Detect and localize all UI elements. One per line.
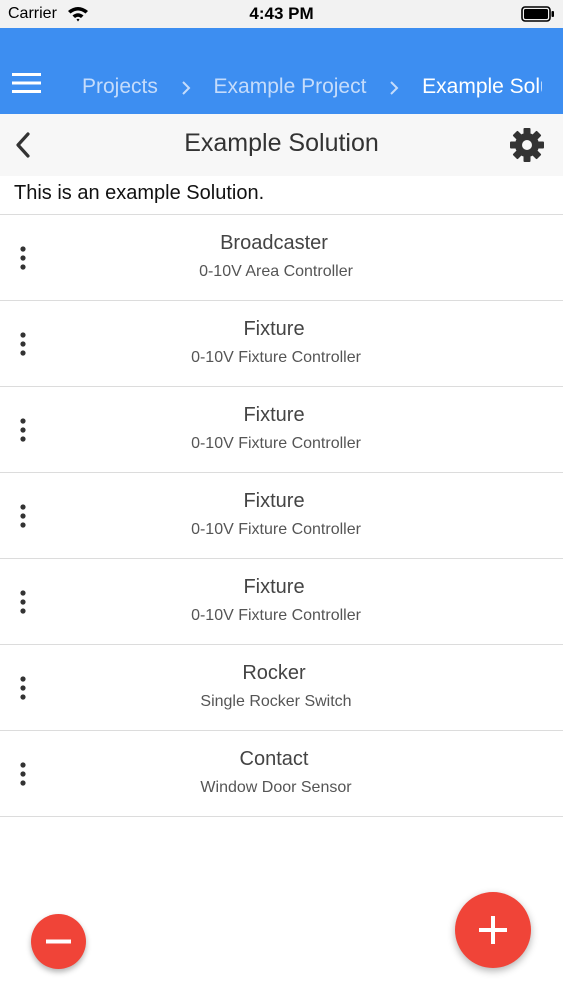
list-item[interactable]: Fixture 0-10V Fixture Controller (0, 301, 563, 387)
device-type: 0-10V Fixture Controller (191, 349, 361, 366)
breadcrumb-chevron-icon (388, 72, 400, 102)
device-name: Rocker (242, 662, 306, 684)
list-item[interactable]: Fixture 0-10V Fixture Controller (0, 559, 563, 645)
device-name: Fixture (243, 404, 305, 426)
list-item[interactable]: Fixture 0-10V Fixture Controller (0, 387, 563, 473)
list-item[interactable]: Broadcaster 0-10V Area Controller (0, 215, 563, 301)
device-name: Fixture (243, 490, 305, 512)
list-item[interactable]: Contact Window Door Sensor (0, 731, 563, 817)
add-device-button[interactable] (455, 892, 531, 968)
device-type: 0-10V Fixture Controller (191, 435, 361, 452)
device-name: Fixture (243, 318, 305, 340)
remove-device-button[interactable] (31, 914, 86, 969)
breadcrumb-projects[interactable]: Projects (82, 72, 158, 102)
device-type: 0-10V Fixture Controller (191, 607, 361, 624)
solution-description: This is an example Solution. (14, 182, 265, 204)
page-title: Example Solution (184, 129, 379, 157)
device-name: Broadcaster (220, 232, 328, 254)
list-item[interactable]: Rocker Single Rocker Switch (0, 645, 563, 731)
device-type: 0-10V Fixture Controller (191, 521, 361, 538)
list-item[interactable]: Fixture 0-10V Fixture Controller (0, 473, 563, 559)
device-type: 0-10V Area Controller (199, 263, 353, 280)
plus-icon (479, 916, 507, 944)
clock-time: 4:43 PM (249, 4, 314, 23)
breadcrumb-example-project[interactable]: Example Project (214, 72, 367, 102)
device-type: Window Door Sensor (200, 779, 352, 796)
minus-icon (46, 939, 71, 944)
app-bar: Projects Example Project Example Solu (0, 28, 563, 114)
breadcrumb: Projects Example Project Example Solu (82, 72, 542, 102)
title-bar: Example Solution (0, 114, 563, 176)
breadcrumb-example-solution: Example Solu (422, 75, 542, 98)
battery-icon (521, 6, 555, 22)
hamburger-menu-icon[interactable] (12, 72, 42, 94)
status-bar: Carrier 4:43 PM (0, 0, 563, 28)
device-name: Contact (239, 748, 309, 770)
device-list: Broadcaster 0-10V Area Controller Fixtur… (0, 214, 563, 817)
device-name: Fixture (243, 576, 305, 598)
gear-icon[interactable] (509, 127, 545, 163)
device-type: Single Rocker Switch (200, 693, 352, 710)
breadcrumb-chevron-icon (180, 72, 192, 102)
